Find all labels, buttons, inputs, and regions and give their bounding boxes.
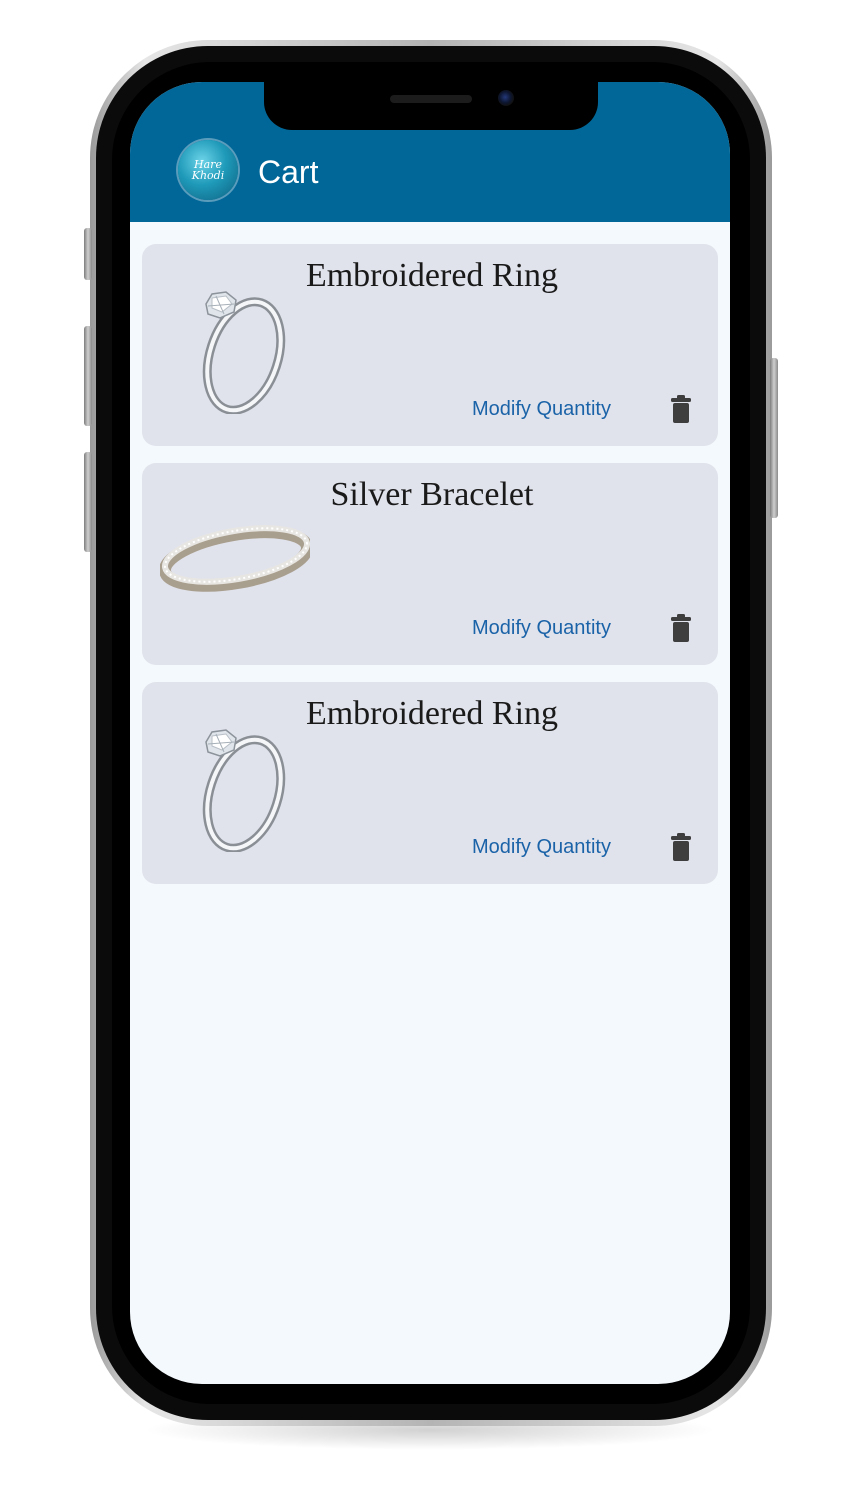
cart-item: Embroidered Ring Modify Quantity [142,682,718,884]
trash-icon[interactable] [670,832,692,862]
phone-notch [264,82,598,130]
speaker-grille [390,95,472,103]
mute-switch [84,228,92,280]
app-screen: Hare Khodi Cart Embroidered Ring Modify … [130,82,730,1384]
app-logo: Hare Khodi [178,140,238,200]
page-title: Cart [258,154,319,190]
modify-quantity-button[interactable]: Modify Quantity [472,834,611,860]
cart-item: Embroidered Ring Modify Quantity [142,244,718,446]
trash-icon[interactable] [670,394,692,424]
product-name: Silver Bracelet [330,476,534,513]
cart-item: Silver Bracelet Modify Quantity [142,463,718,665]
trash-icon[interactable] [670,613,692,643]
volume-down-button [84,452,92,552]
modify-quantity-button[interactable]: Modify Quantity [472,396,611,422]
cart-list: Embroidered Ring Modify Quantity Silver … [142,244,718,901]
power-button [770,358,778,518]
modify-quantity-button[interactable]: Modify Quantity [472,615,611,641]
logo-text: Hare Khodi [191,158,225,182]
product-name: Embroidered Ring [305,695,559,732]
front-camera [498,90,514,106]
volume-up-button [84,326,92,426]
product-name: Embroidered Ring [305,257,559,294]
